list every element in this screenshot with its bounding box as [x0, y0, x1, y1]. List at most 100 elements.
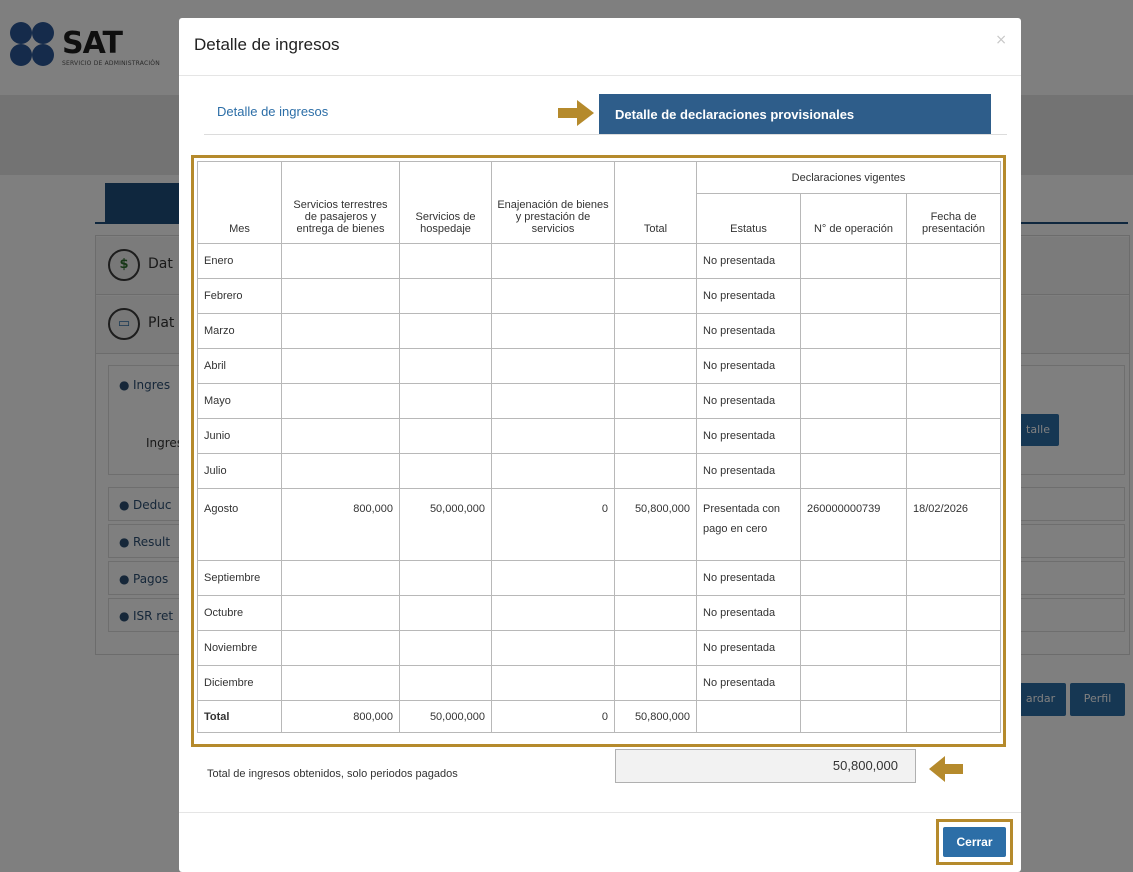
header-fecha: Fecha de presentación	[905, 193, 1002, 244]
table-row: Abril No presentada	[197, 348, 1002, 384]
cell-operacion	[800, 383, 907, 419]
cell-fecha	[905, 418, 1002, 454]
header-declaraciones-vigentes: Declaraciones vigentes	[695, 161, 1002, 194]
cell-empty	[696, 700, 801, 733]
cell-enajenacion: 0	[491, 488, 615, 561]
cell-estatus: No presentada	[696, 313, 801, 349]
cell-estatus: No presentada	[696, 453, 801, 489]
table-row: Febrero No presentada	[197, 278, 1002, 314]
cell-fecha	[905, 630, 1002, 666]
cell-mes: Febrero	[197, 278, 282, 314]
cell-terrestres: 800,000	[281, 488, 400, 561]
detalle-ingresos-modal: Detalle de ingresos × Detalle de ingreso…	[179, 18, 1021, 872]
cell-total	[614, 665, 697, 701]
cell-estatus: No presentada	[696, 418, 801, 454]
cell-enajenacion	[491, 665, 615, 701]
cell-total	[614, 278, 697, 314]
cell-mes: Diciembre	[197, 665, 282, 701]
cell-fecha	[905, 560, 1002, 596]
table-row: Diciembre No presentada	[197, 665, 1002, 701]
cell-terrestres	[281, 313, 400, 349]
total-ingresos-label: Total de ingresos obtenidos, solo period…	[207, 768, 458, 780]
cell-terrestres	[281, 665, 400, 701]
cell-enajenacion	[491, 243, 615, 279]
cell-empty	[800, 700, 907, 733]
declaraciones-table-highlight: Mes Servicios terrestres de pasajeros y …	[191, 155, 1006, 747]
close-icon[interactable]: ×	[995, 32, 1007, 48]
arrow-left-icon	[929, 756, 963, 782]
cell-hospedaje	[399, 383, 492, 419]
cell-mes: Enero	[197, 243, 282, 279]
cell-terrestres	[281, 278, 400, 314]
table-row: Junio No presentada	[197, 418, 1002, 454]
cell-operacion	[800, 313, 907, 349]
cell-fecha	[905, 348, 1002, 384]
cell-fecha	[905, 243, 1002, 279]
cell-hospedaje	[399, 348, 492, 384]
cell-total	[614, 243, 697, 279]
cell-hospedaje	[399, 560, 492, 596]
cell-mes: Mayo	[197, 383, 282, 419]
cell-estatus: No presentada	[696, 348, 801, 384]
cell-estatus: No presentada	[696, 595, 801, 631]
cell-operacion	[800, 630, 907, 666]
cell-estatus: Presentada con pago en cero	[696, 488, 801, 561]
cell-estatus: No presentada	[696, 560, 801, 596]
cell-fecha	[905, 383, 1002, 419]
tab-detalle-declaraciones[interactable]: Detalle de declaraciones provisionales	[599, 94, 991, 135]
table-row: Octubre No presentada	[197, 595, 1002, 631]
cell-total-label: Total	[197, 700, 282, 733]
header-total: Total	[614, 161, 697, 244]
cell-total	[614, 560, 697, 596]
cell-total-total: 50,800,000	[614, 700, 697, 733]
header-operacion: N° de operación	[800, 193, 907, 244]
cell-fecha	[905, 453, 1002, 489]
table-row: Agosto 800,000 50,000,000 0 50,800,000 P…	[197, 488, 1002, 561]
cell-empty	[905, 700, 1002, 733]
cell-total	[614, 453, 697, 489]
cell-mes: Abril	[197, 348, 282, 384]
cell-operacion	[800, 595, 907, 631]
cerrar-button[interactable]: Cerrar	[943, 827, 1006, 857]
cell-estatus: No presentada	[696, 383, 801, 419]
cell-mes: Agosto	[197, 488, 282, 561]
table-row: Septiembre No presentada	[197, 560, 1002, 596]
cell-enajenacion	[491, 313, 615, 349]
cell-operacion	[800, 243, 907, 279]
cell-hospedaje	[399, 665, 492, 701]
tab-underline	[204, 134, 1007, 135]
cell-enajenacion	[491, 595, 615, 631]
cell-enajenacion	[491, 560, 615, 596]
cell-estatus: No presentada	[696, 243, 801, 279]
declaraciones-table: Mes Servicios terrestres de pasajeros y …	[197, 161, 1002, 733]
cell-enajenacion	[491, 418, 615, 454]
cell-mes: Marzo	[197, 313, 282, 349]
cell-hospedaje	[399, 243, 492, 279]
cell-enajenacion	[491, 453, 615, 489]
cell-total: 50,800,000	[614, 488, 697, 561]
cell-terrestres	[281, 348, 400, 384]
cell-terrestres	[281, 560, 400, 596]
cell-operacion: 260000000739	[800, 488, 907, 561]
header-enajenacion: Enajenación de bienes y prestación de se…	[491, 161, 615, 244]
cell-estatus: No presentada	[696, 630, 801, 666]
cell-terrestres	[281, 418, 400, 454]
cell-hospedaje	[399, 278, 492, 314]
cell-operacion	[800, 560, 907, 596]
cell-total	[614, 630, 697, 666]
cell-terrestres	[281, 383, 400, 419]
cell-operacion	[800, 348, 907, 384]
cell-fecha	[905, 278, 1002, 314]
cell-enajenacion	[491, 278, 615, 314]
tab-detalle-ingresos[interactable]: Detalle de ingresos	[217, 104, 328, 119]
cell-total	[614, 383, 697, 419]
cell-hospedaje	[399, 630, 492, 666]
cell-estatus: No presentada	[696, 278, 801, 314]
cell-operacion	[800, 665, 907, 701]
cell-terrestres	[281, 595, 400, 631]
cell-total	[614, 313, 697, 349]
cell-total	[614, 595, 697, 631]
cell-mes: Julio	[197, 453, 282, 489]
cell-total	[614, 348, 697, 384]
cell-operacion	[800, 418, 907, 454]
